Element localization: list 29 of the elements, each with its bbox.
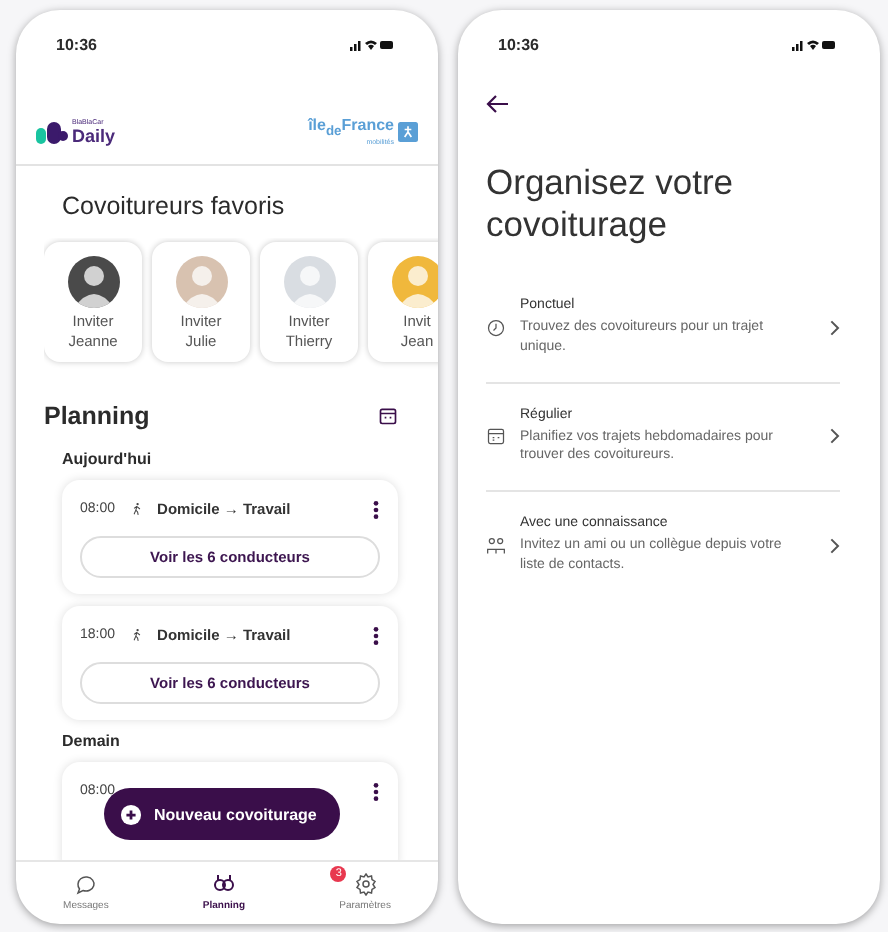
walking-person-icon (129, 500, 144, 519)
page-title: Organisez votre covoiturage (486, 162, 736, 246)
partner-name: île$_{de}$France (308, 118, 394, 140)
brand-logo-icon (36, 121, 68, 144)
chat-icon (73, 871, 98, 895)
back-icon[interactable] (486, 94, 510, 114)
chevron-right-icon (828, 319, 840, 336)
status-time: 10:36 (498, 35, 539, 53)
plus-icon (120, 803, 142, 825)
status-icons (792, 37, 836, 51)
day-heading: Demain (62, 731, 122, 750)
clock-icon (486, 317, 506, 338)
status-icons (350, 37, 394, 51)
walking-person-icon (129, 626, 144, 645)
chevron-right-icon (828, 537, 840, 554)
section-title: Covoitureurs favoris (62, 191, 287, 220)
more-icon (372, 781, 380, 802)
settings-icon (353, 871, 378, 895)
more-icon (372, 499, 380, 520)
day-heading: Aujourd'hui (62, 449, 154, 468)
chevron-right-icon (828, 428, 840, 445)
brand-name: Daily (72, 127, 116, 146)
calendar-icon (378, 405, 398, 426)
people-icon (486, 535, 506, 556)
calendar-icon (486, 426, 506, 447)
status-time: 10:36 (56, 35, 97, 53)
more-icon (372, 625, 380, 646)
walking-person-icon (398, 122, 418, 143)
section-title: Planning (44, 401, 150, 430)
